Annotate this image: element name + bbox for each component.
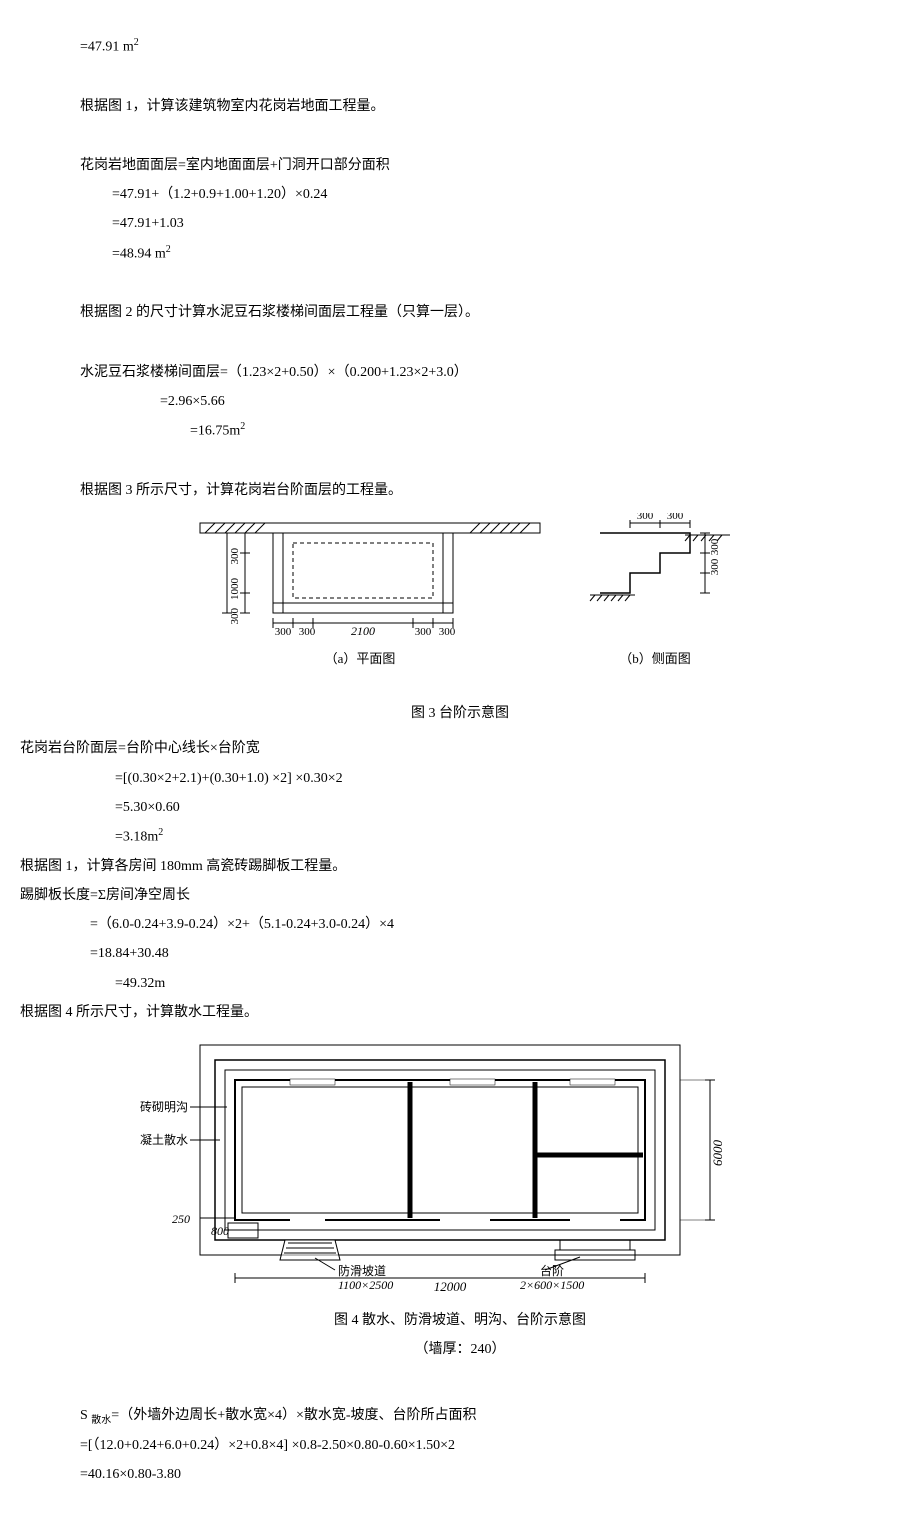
- figure-3: 300 1000 300 300 300 2100 300 300 （a）平面图…: [20, 513, 900, 726]
- label-text: 砖砌明沟: [140, 1099, 188, 1114]
- paragraph: 根据图 1，计算该建筑物室内花岗岩地面工程量。: [20, 94, 900, 119]
- calc-line: =（6.0-0.24+3.9-0.24）×2+（5.1-0.24+3.0-0.2…: [20, 912, 900, 937]
- paragraph: 根据图 4 所示尺寸，计算散水工程量。: [20, 1000, 900, 1025]
- calc-line: 花岗岩地面面层=室内地面面层+门洞开口部分面积: [20, 153, 900, 178]
- dim-text: 2100: [351, 624, 375, 638]
- label-text: 混凝土散水: [140, 1132, 188, 1147]
- dim-text: 300: [667, 513, 684, 522]
- paragraph: 根据图 3 所示尺寸，计算花岗岩台阶面层的工程量。: [20, 478, 900, 503]
- figure-subcaption: （墙厚：240）: [20, 1337, 900, 1362]
- calc-line: =2.96×5.66: [20, 389, 900, 414]
- dim-text: 1000: [229, 578, 241, 601]
- dim-text: 800: [211, 1224, 229, 1238]
- calc-line: =48.94 m2: [20, 241, 900, 267]
- label-text: 防滑坡道: [338, 1263, 386, 1278]
- calc-line: =5.30×0.60: [20, 795, 900, 820]
- calc-line: =40.16×0.80-3.80: [20, 1462, 900, 1487]
- figure-caption: 图 3 台阶示意图: [20, 701, 900, 726]
- calc-line: =16.75m2: [20, 418, 900, 444]
- fig-sublabel: （a）平面图: [325, 651, 396, 666]
- calc-line: =47.91+（1.2+0.9+1.00+1.20）×0.24: [20, 182, 900, 207]
- paragraph: 根据图 2 的尺寸计算水泥豆石浆楼梯间面层工程量（只算一层）。: [20, 300, 900, 325]
- calc-line: =[（12.0+0.24+6.0+0.24）×2+0.8×4] ×0.8-2.5…: [20, 1433, 900, 1458]
- dim-text: 300: [709, 538, 721, 555]
- calc-line: =[(0.30×2+2.1)+(0.30+1.0) ×2] ×0.30×2: [20, 766, 900, 791]
- calc-line: =47.91 m2: [20, 34, 900, 60]
- fig-sublabel: （b）侧面图: [619, 651, 691, 666]
- dim-text: 6000: [710, 1139, 725, 1166]
- dim-text: 250: [172, 1212, 190, 1226]
- calc-line: =3.18m2: [20, 824, 900, 850]
- calc-line: 踢脚板长度=Σ房间净空周长: [20, 883, 900, 908]
- dim-text: 300: [275, 626, 292, 638]
- calc-line: S 散水=（外墙外边周长+散水宽×4）×散水宽-坡度、台阶所占面积: [20, 1403, 900, 1430]
- calc-line: =49.32m: [20, 971, 900, 996]
- dim-text: 300: [229, 608, 241, 625]
- calc-line: 水泥豆石浆楼梯间面层=（1.23×2+0.50）×（0.200+1.23×2+3…: [20, 360, 900, 385]
- calc-line: =18.84+30.48: [20, 941, 900, 966]
- dim-text: 300: [229, 548, 241, 565]
- figure-caption: 图 4 散水、防滑坡道、明沟、台阶示意图: [20, 1308, 900, 1333]
- label-text: 1100×2500: [338, 1278, 393, 1292]
- calc-line: =47.91+1.03: [20, 211, 900, 236]
- dim-text: 300: [299, 626, 316, 638]
- label-text: 2×600×1500: [520, 1278, 584, 1292]
- dim-text: 12000: [434, 1279, 467, 1294]
- dim-text: 300: [709, 558, 721, 575]
- label-text: 台阶: [540, 1263, 564, 1278]
- figure-4: 砖砌明沟 混凝土散水 250 800 防滑坡道 1100×2500 台阶 2×6…: [20, 1035, 900, 1363]
- dim-text: 300: [439, 626, 456, 638]
- paragraph: 根据图 1，计算各房间 180mm 高瓷砖踢脚板工程量。: [20, 854, 900, 879]
- calc-line: 花岗岩台阶面层=台阶中心线长×台阶宽: [20, 736, 900, 761]
- dim-text: 300: [637, 513, 654, 522]
- dim-text: 300: [415, 626, 432, 638]
